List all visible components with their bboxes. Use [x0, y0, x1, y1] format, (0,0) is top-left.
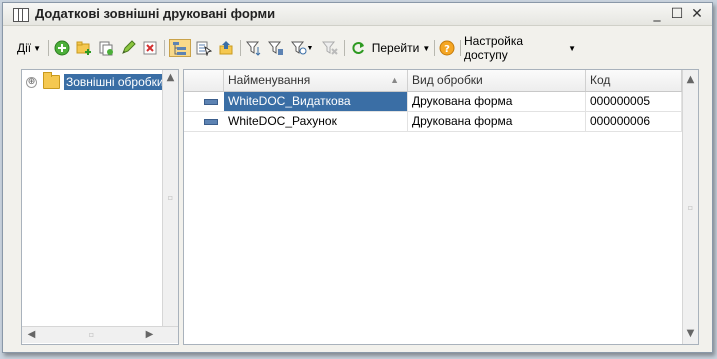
copy-icon [99, 41, 113, 56]
delete-button[interactable] [141, 39, 159, 57]
tree-item-label: Зовнішні обробки [64, 74, 166, 90]
table-row[interactable]: WhiteDOC_Рахунок Друкована форма 0000000… [184, 112, 682, 132]
window-title: Додаткові зовнішні друковані форми [35, 6, 276, 21]
table-header: Найменування ▲ Вид обробки Код [184, 70, 682, 92]
delete-icon [143, 41, 157, 55]
filter-history-icon [290, 41, 307, 55]
tree-item-external-processing[interactable]: ⊕ Зовнішні обробки [26, 72, 166, 91]
tree-view-icon [173, 42, 186, 55]
clear-filter-button[interactable] [321, 39, 339, 57]
filter-button[interactable] [245, 39, 263, 57]
table-vertical-scrollbar[interactable]: ▲ ▫ ▼ [682, 70, 698, 344]
maximize-button[interactable]: ☐ [668, 5, 686, 23]
toolbar-separator [434, 40, 435, 56]
minimize-button[interactable]: _ [648, 5, 666, 23]
dropdown-arrow-icon: ▼ [33, 43, 42, 53]
hierarchy-button[interactable] [195, 39, 213, 57]
filter-history-button[interactable]: ▼ [289, 39, 315, 57]
cell-type[interactable]: Друкована форма [408, 92, 586, 111]
toolbar-separator [344, 40, 345, 56]
folder-icon [43, 72, 60, 89]
level-up-button[interactable] [217, 39, 235, 57]
cell-code[interactable]: 000000005 [586, 92, 682, 111]
tree-horizontal-scrollbar[interactable]: ◀ ▫ ▶ [22, 326, 178, 343]
column-header-type[interactable]: Вид обробки [408, 70, 586, 91]
goto-menu-label: Перейти [371, 41, 420, 55]
scroll-down-icon[interactable]: ▼ [683, 326, 698, 341]
filter-by-value-icon [268, 41, 283, 55]
item-icon [204, 99, 218, 105]
toolbar-separator [48, 40, 49, 56]
table-icon [13, 8, 29, 22]
filter-icon [246, 41, 261, 56]
scroll-up-icon[interactable]: ▲ [163, 70, 178, 85]
title-bar[interactable]: Додаткові зовнішні друковані форми _ ☐ ✕ [3, 3, 712, 26]
add-group-icon [76, 41, 91, 55]
level-up-icon [219, 41, 233, 55]
table-row[interactable]: WhiteDOC_Видаткова Друкована форма 00000… [184, 92, 682, 112]
scroll-thumb[interactable]: ▫ [683, 200, 698, 215]
filter-by-value-button[interactable] [267, 39, 285, 57]
scroll-up-icon[interactable]: ▲ [683, 72, 698, 87]
dropdown-arrow-icon: ▼ [568, 43, 576, 53]
tree-vertical-scrollbar[interactable]: ▲ ▫ [162, 70, 178, 326]
add-icon [54, 40, 70, 56]
copy-button[interactable] [97, 39, 115, 57]
dropdown-arrow-icon: ▼ [422, 43, 431, 53]
sort-icon: ▲ [390, 75, 399, 85]
dropdown-arrow-icon: ▼ [306, 44, 314, 52]
scroll-left-icon[interactable]: ◀ [24, 327, 39, 342]
tree-view-button[interactable] [169, 39, 191, 57]
access-settings-label: Настройка доступу [464, 34, 524, 62]
toolbar-separator [164, 40, 165, 56]
header-icon-column [184, 70, 224, 91]
toolbar-separator [460, 40, 461, 56]
refresh-button[interactable] [349, 39, 367, 57]
toolbar: Дії ▼ ▼ Перейти ▼ ? Настройка доступу ▼ [3, 34, 712, 62]
cell-name[interactable]: WhiteDOC_Видаткова [224, 92, 408, 111]
cell-type[interactable]: Друкована форма [408, 112, 586, 131]
toolbar-separator [240, 40, 241, 56]
help-icon: ? [439, 40, 455, 56]
refresh-icon [352, 42, 364, 54]
close-button[interactable]: ✕ [688, 5, 706, 23]
actions-menu-label: Дії [16, 41, 32, 55]
column-header-label: Найменування [228, 73, 311, 87]
help-button[interactable]: ? [438, 39, 456, 57]
column-header-name[interactable]: Найменування ▲ [224, 70, 408, 91]
scroll-thumb[interactable]: ▫ [84, 327, 99, 342]
groups-tree: ⊕ Зовнішні обробки ▲ ▫ ◀ ▫ ▶ [21, 69, 179, 345]
edit-button[interactable] [119, 39, 137, 57]
column-header-code[interactable]: Код [586, 70, 682, 91]
svg-text:?: ? [444, 44, 450, 55]
edit-icon [122, 40, 136, 54]
processing-list-table: Найменування ▲ Вид обробки Код WhiteDOC_… [183, 69, 699, 345]
scroll-thumb[interactable]: ▫ [163, 190, 178, 205]
goto-menu-button[interactable]: Перейти ▼ [371, 39, 431, 57]
item-icon [204, 119, 218, 125]
cell-name[interactable]: WhiteDOC_Рахунок [224, 112, 408, 131]
add-group-button[interactable] [75, 39, 93, 57]
hierarchy-icon [196, 41, 212, 56]
access-settings-menu-button[interactable]: Настройка доступу ▼ [464, 34, 576, 62]
cell-code[interactable]: 000000006 [586, 112, 682, 131]
add-button[interactable] [53, 39, 71, 57]
processing-forms-window: Додаткові зовнішні друковані форми _ ☐ ✕… [2, 2, 713, 353]
scroll-right-icon[interactable]: ▶ [142, 327, 157, 342]
clear-filter-icon [322, 41, 338, 55]
expand-icon[interactable]: ⊕ [26, 76, 37, 88]
actions-menu-button[interactable]: Дії ▼ [13, 39, 45, 57]
